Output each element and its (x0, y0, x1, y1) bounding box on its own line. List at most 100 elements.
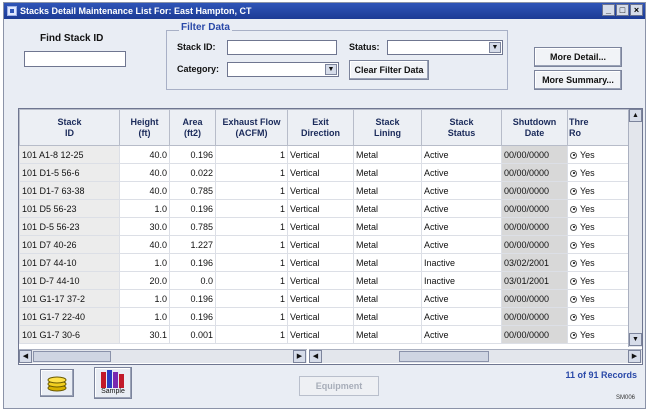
cell-stack-status[interactable]: Active (421, 163, 502, 182)
cell-threshold[interactable]: Yes (567, 181, 629, 200)
close-button[interactable]: × (630, 4, 643, 16)
cell-stack-id[interactable]: 101 D-7 44-10 (19, 271, 120, 290)
scroll-right-icon[interactable]: ▶ (628, 350, 641, 363)
table-row[interactable]: 101 A1-8 12-25 40.0 0.196 1 Vertical Metal Act… (19, 145, 629, 164)
cell-shutdown-date[interactable]: 00/00/0000 (501, 235, 568, 254)
cell-exit-direction[interactable]: Vertical (287, 163, 354, 182)
radio-icon[interactable] (570, 241, 577, 249)
cell-shutdown-date[interactable]: 03/01/2001 (501, 271, 568, 290)
cell-stack-status[interactable]: Active (421, 181, 502, 200)
cell-exhaust-flow[interactable]: 1 (215, 145, 288, 164)
cell-threshold[interactable]: Yes (567, 289, 629, 308)
table-row[interactable]: 101 G1-17 37-2 1.0 0.196 1 Vertical Metal Acti… (19, 289, 629, 308)
cell-stack-lining[interactable]: Metal (353, 199, 422, 218)
cell-area[interactable]: 0.785 (169, 181, 216, 200)
cell-stack-status[interactable]: Inactive (421, 271, 502, 290)
cell-exhaust-flow[interactable]: 1 (215, 325, 288, 344)
cell-area[interactable]: 0.022 (169, 163, 216, 182)
scroll-up-icon[interactable]: ▲ (629, 109, 642, 122)
cell-area[interactable]: 0.196 (169, 253, 216, 272)
cell-threshold[interactable]: Yes (567, 253, 629, 272)
radio-icon[interactable] (570, 313, 577, 321)
table-row[interactable]: 101 D5 56-23 1.0 0.196 1 Vertical Metal Active… (19, 199, 629, 218)
cell-exit-direction[interactable]: Vertical (287, 235, 354, 254)
cell-shutdown-date[interactable]: 00/00/0000 (501, 325, 568, 344)
cell-exit-direction[interactable]: Vertical (287, 181, 354, 200)
cell-exhaust-flow[interactable]: 1 (215, 307, 288, 326)
sample-button[interactable]: Sample (94, 367, 132, 399)
cell-height[interactable]: 1.0 (119, 307, 170, 326)
col-header-area[interactable]: Area (ft2) (169, 109, 216, 146)
cell-stack-lining[interactable]: Metal (353, 271, 422, 290)
cell-height[interactable]: 20.0 (119, 271, 170, 290)
cell-shutdown-date[interactable]: 00/00/0000 (501, 217, 568, 236)
scroll-left-icon[interactable]: ◀ (309, 350, 322, 363)
radio-icon[interactable] (570, 277, 577, 285)
cell-stack-status[interactable]: Active (421, 307, 502, 326)
radio-icon[interactable] (570, 259, 577, 267)
cell-exit-direction[interactable]: Vertical (287, 145, 354, 164)
radio-icon[interactable] (570, 331, 577, 339)
cell-stack-lining[interactable]: Metal (353, 235, 422, 254)
cell-threshold[interactable]: Yes (567, 235, 629, 254)
table-row[interactable]: 101 D1-7 63-38 40.0 0.785 1 Vertical Metal Act… (19, 181, 629, 200)
cell-height[interactable]: 1.0 (119, 289, 170, 308)
cell-stack-status[interactable]: Active (421, 235, 502, 254)
cell-threshold[interactable]: Yes (567, 217, 629, 236)
category-select[interactable]: ▼ (227, 62, 339, 77)
scroll-down-icon[interactable]: ▼ (629, 333, 642, 346)
cell-exit-direction[interactable]: Vertical (287, 199, 354, 218)
cell-exit-direction[interactable]: Vertical (287, 217, 354, 236)
cell-threshold[interactable]: Yes (567, 163, 629, 182)
more-detail-button[interactable]: More Detail... (534, 47, 622, 67)
col-header-shutdown-date[interactable]: Shutdown Date (501, 109, 568, 146)
equipment-button[interactable]: Equipment (299, 376, 379, 396)
cell-shutdown-date[interactable]: 00/00/0000 (501, 163, 568, 182)
cell-stack-id[interactable]: 101 D7 40-26 (19, 235, 120, 254)
cell-threshold[interactable]: Yes (567, 199, 629, 218)
scrollbar-thumb[interactable] (33, 351, 111, 362)
cell-stack-status[interactable]: Active (421, 217, 502, 236)
cell-stack-status[interactable]: Active (421, 199, 502, 218)
cell-exit-direction[interactable]: Vertical (287, 271, 354, 290)
cell-area[interactable]: 0.196 (169, 307, 216, 326)
col-header-threshold[interactable]: Thre Ro (567, 109, 629, 146)
cell-height[interactable]: 1.0 (119, 199, 170, 218)
radio-icon[interactable] (570, 205, 577, 213)
cell-stack-lining[interactable]: Metal (353, 163, 422, 182)
cell-area[interactable]: 0.196 (169, 199, 216, 218)
col-header-exit-direction[interactable]: Exit Direction (287, 109, 354, 146)
cell-exhaust-flow[interactable]: 1 (215, 217, 288, 236)
cell-threshold[interactable]: Yes (567, 271, 629, 290)
chevron-down-icon[interactable]: ▼ (325, 64, 337, 75)
cell-shutdown-date[interactable]: 00/00/0000 (501, 181, 568, 200)
cell-stack-lining[interactable]: Metal (353, 181, 422, 200)
find-stack-input[interactable] (24, 51, 126, 67)
cell-stack-status[interactable]: Inactive (421, 253, 502, 272)
cell-height[interactable]: 1.0 (119, 253, 170, 272)
minimize-button[interactable]: _ (602, 4, 615, 16)
cell-exhaust-flow[interactable]: 1 (215, 163, 288, 182)
cell-exhaust-flow[interactable]: 1 (215, 253, 288, 272)
col-header-stack-status[interactable]: Stack Status (421, 109, 502, 146)
table-row[interactable]: 101 D-5 56-23 30.0 0.785 1 Vertical Metal Acti… (19, 217, 629, 236)
maximize-button[interactable]: □ (616, 4, 629, 16)
cell-stack-id[interactable]: 101 D5 56-23 (19, 199, 120, 218)
chevron-down-icon[interactable]: ▼ (489, 42, 501, 53)
more-summary-button[interactable]: More Summary... (534, 70, 622, 90)
radio-icon[interactable] (570, 295, 577, 303)
cell-stack-id[interactable]: 101 D-5 56-23 (19, 217, 120, 236)
col-header-stack-lining[interactable]: Stack Lining (353, 109, 422, 146)
cell-shutdown-date[interactable]: 00/00/0000 (501, 199, 568, 218)
cell-height[interactable]: 40.0 (119, 181, 170, 200)
cell-exhaust-flow[interactable]: 1 (215, 181, 288, 200)
horizontal-scrollbar-left[interactable]: ◀ ▶ (19, 349, 307, 363)
cell-threshold[interactable]: Yes (567, 307, 629, 326)
cell-stack-lining[interactable]: Metal (353, 145, 422, 164)
cell-area[interactable]: 0.0 (169, 271, 216, 290)
table-row[interactable]: 101 D1-5 56-6 40.0 0.022 1 Vertical Metal Acti… (19, 163, 629, 182)
cell-height[interactable]: 30.0 (119, 217, 170, 236)
status-select[interactable]: ▼ (387, 40, 503, 55)
cell-stack-lining[interactable]: Metal (353, 217, 422, 236)
cell-area[interactable]: 0.785 (169, 217, 216, 236)
